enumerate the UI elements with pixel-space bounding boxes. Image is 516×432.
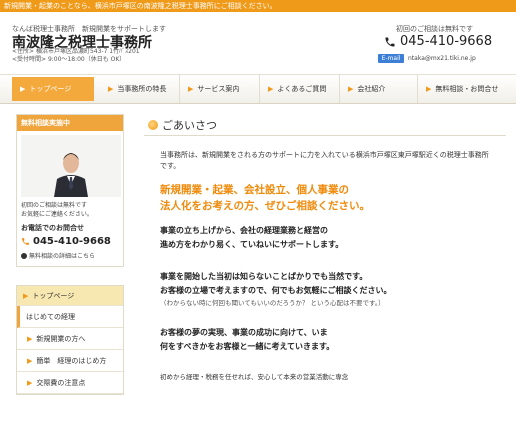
consult-phone-label: お電話でのお問合せ xyxy=(21,224,84,232)
paragraph-line: お客様の夢の実現、事業の成功に向けて、いま xyxy=(160,328,328,337)
beginner-paragraph: 事業を開始した当初は知らないことばかりでも当然です。 お客様の立場で考えますので… xyxy=(160,270,506,298)
nav-item-faq[interactable]: ▶ よくあるご質問 xyxy=(260,75,340,103)
side-nav-top[interactable]: ▶ トップページ xyxy=(17,286,123,306)
paragraph-line: 進め方をわかり易く、ていねいにサポートします。 xyxy=(160,240,344,249)
catch-line: 法人化をお考えの方、ぜひご相談ください。 xyxy=(160,200,370,212)
nav-item-services[interactable]: ▶ サービス案内 xyxy=(180,75,260,103)
header-address: <住所> 横浜市戸塚区品濃町543-7 1竹ﾊﾞｽ201 xyxy=(12,48,140,55)
arrow-icon: ▶ xyxy=(27,334,33,343)
nav-label: 無料相談・お問合せ xyxy=(435,85,499,93)
global-nav: ▶ トップページ ▶ 当事務所の特長 ▶ サービス案内 ▶ よくあるご質問 ▶ 会社紹介 … xyxy=(0,74,516,104)
arrow-icon: ▶ xyxy=(268,85,274,93)
header-address-block: <住所> 横浜市戸塚区品濃町543-7 1竹ﾊﾞｽ201 <受付時間> 9:00… xyxy=(12,48,140,64)
nav-label: トップページ xyxy=(29,85,72,93)
side-nav-item-easy-accounting[interactable]: ▶ 簡単 経理のはじめ方 xyxy=(17,350,123,372)
arrow-icon: ▶ xyxy=(27,378,33,387)
left-sidebar: 無料相談実施中 初回のご相談は無料です お気軽にご連絡ください。 お電話でのお問… xyxy=(16,114,124,395)
consult-heading: 無料相談実施中 xyxy=(17,115,123,131)
bullet-icon xyxy=(21,252,27,259)
staff-photo xyxy=(21,135,121,197)
main-content: ごあいさつ 当事務所は、新規開業をされる方のサポートに力を入れている横浜市戸塚区… xyxy=(144,114,506,382)
side-nav-item-first-accounting[interactable]: はじめての経理 xyxy=(17,306,123,328)
paragraph-line: 事業の立ち上げから、会社の経理業務と経営の xyxy=(160,226,328,235)
header-free-consult: 初回のご相談は無料です xyxy=(396,25,473,33)
side-nav-label: 交際費の注意点 xyxy=(36,378,86,387)
side-nav-label: はじめての経理 xyxy=(26,312,75,321)
top-banner: 新規開業・起業のことなら、横浜市戸塚区の南波隆之税理士事務所にご相談ください。 xyxy=(0,0,516,12)
consult-phone-number: 045-410-9668 xyxy=(33,236,111,247)
arrow-icon: ▶ xyxy=(23,291,29,300)
nav-item-top[interactable]: ▶ トップページ xyxy=(12,77,94,101)
nav-item-company[interactable]: ▶ 会社紹介 xyxy=(340,75,418,103)
side-nav-label: 簡単 経理のはじめ方 xyxy=(36,356,107,365)
catch-copy: 新規開業・起業、会社設立、個人事業の 法人化をお考えの方、ぜひご相談ください。 xyxy=(160,182,506,214)
free-consult-link-text: 無料相談の詳細はこちら xyxy=(29,253,96,260)
phone-icon xyxy=(385,37,395,46)
top-banner-text: 新規開業・起業のことなら、横浜市戸塚区の南波隆之税理士事務所にご相談ください。 xyxy=(4,2,277,10)
side-nav-label: トップページ xyxy=(32,291,75,300)
closing-paragraph: 初めから経理・税務を任せれば、安心して本来の営業活動に専念 xyxy=(160,373,349,381)
nav-label: サービス案内 xyxy=(197,85,240,93)
nav-label: よくあるご質問 xyxy=(277,85,327,93)
paragraph-line: お客様の立場で考えますので、何でもお気軽にご相談ください。 xyxy=(160,286,392,295)
header-phone-number: 045-410-9668 xyxy=(400,34,493,49)
nav-item-features[interactable]: ▶ 当事務所の特長 xyxy=(100,75,180,103)
header-email[interactable]: ntaka@mx21.tiki.ne.jp xyxy=(408,54,476,63)
arrow-icon: ▶ xyxy=(27,356,33,365)
consult-text: 初回のご相談は無料です お気軽にご連絡ください。 xyxy=(17,197,123,219)
site-header: なんば税理士事務所 新規開業をサポートします 南波隆之税理士事務所 <住所> 横… xyxy=(0,12,516,74)
side-nav-item-entertainment-expenses[interactable]: ▶ 交際費の注意点 xyxy=(17,372,123,394)
header-phone[interactable]: 045-410-9668 xyxy=(384,34,492,49)
support-paragraph: 事業の立ち上げから、会社の経理業務と経営の 進め方をわかり易く、ていねいにサポー… xyxy=(160,224,506,252)
side-nav-label: 新規開業の方へ xyxy=(36,334,86,343)
nav-item-contact[interactable]: ▶ 無料相談・お問合せ xyxy=(418,75,516,103)
phone-icon xyxy=(22,238,29,245)
side-nav: ▶ トップページ はじめての経理 ▶ 新規開業の方へ ▶ 簡単 経理のはじめ方 ▶ 交際… xyxy=(16,285,124,395)
arrow-icon: ▶ xyxy=(426,85,432,93)
email-badge: E-mail xyxy=(378,54,404,63)
side-nav-item-new-business[interactable]: ▶ 新規開業の方へ xyxy=(17,328,123,350)
consult-text-line: お気軽にご連絡ください。 xyxy=(21,211,93,218)
arrow-icon: ▶ xyxy=(108,85,114,93)
paragraph-line: 何をすべきかをお客様と一緒に考えていきます。 xyxy=(160,342,335,351)
arrow-icon: ▶ xyxy=(348,85,354,93)
consult-text-line: 初回のご相談は無料です xyxy=(21,202,88,209)
arrow-icon: ▶ xyxy=(188,85,194,93)
nav-label: 当事務所の特長 xyxy=(117,85,167,93)
header-hours: <受付時間> 9:00～18:00（休日も OK） xyxy=(12,56,126,63)
nav-label: 会社紹介 xyxy=(357,85,386,93)
free-consult-link[interactable]: 無料相談の詳細はこちら xyxy=(17,247,123,266)
consult-phone[interactable]: 045-410-9668 xyxy=(17,233,123,247)
greeting-title: ごあいさつ xyxy=(162,118,217,132)
paragraph-note: （わからない時に何回も聞いてもいいのだろうか？ という心配は不要です。） xyxy=(160,299,385,307)
consult-box: 無料相談実施中 初回のご相談は無料です お気軽にご連絡ください。 お電話でのお問… xyxy=(16,114,124,267)
arrow-icon: ▶ xyxy=(20,85,26,93)
dream-paragraph: お客様の夢の実現、事業の成功に向けて、いま 何をすべきかをお客様と一緒に考えてい… xyxy=(160,326,506,354)
greeting-heading: ごあいさつ xyxy=(144,114,506,136)
heading-bullet-icon xyxy=(148,119,158,130)
catch-line: 新規開業・起業、会社設立、個人事業の xyxy=(160,184,349,196)
intro-text: 当事務所は、新規開業をされる方のサポートに力を入れている横浜市戸塚区東戸塚駅近く… xyxy=(160,151,489,170)
staff-portrait xyxy=(21,135,121,197)
paragraph-line: 事業を開始した当初は知らないことばかりでも当然です。 xyxy=(160,272,368,281)
